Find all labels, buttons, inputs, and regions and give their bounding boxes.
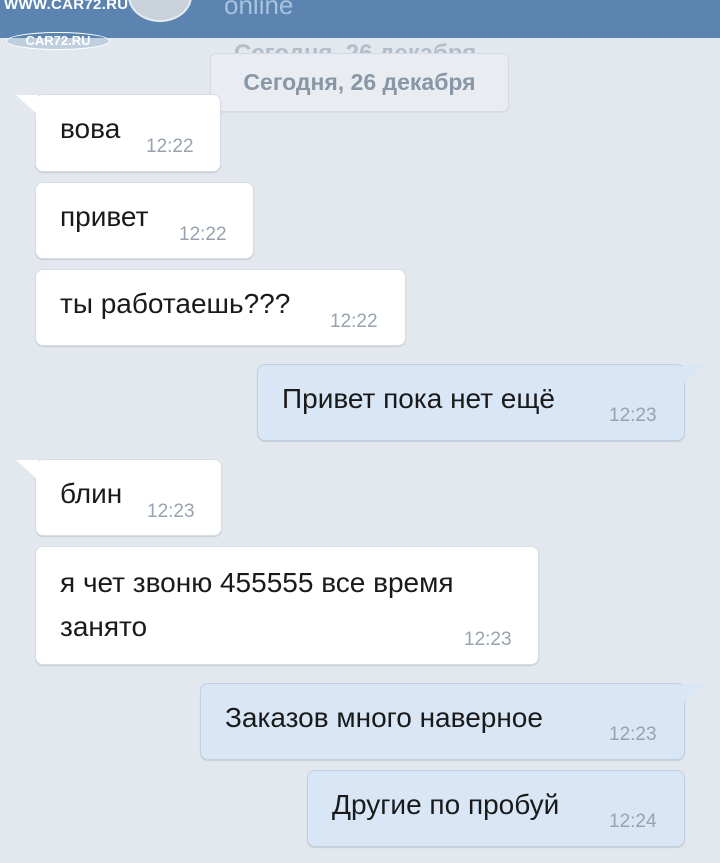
message-text: я чет звоню 455555 все время <box>60 567 454 598</box>
message-time: 12:22 <box>179 224 227 245</box>
message-text: Привет пока нет ещё <box>282 383 555 414</box>
bubble-tail <box>682 684 704 704</box>
contact-avatar[interactable] <box>128 0 192 22</box>
message-time: 12:23 <box>609 724 657 745</box>
message-text: блин <box>60 478 123 509</box>
message-bubble-outgoing[interactable]: Другие по пробуй 12:24 <box>307 770 685 847</box>
message-text: ты работаешь??? <box>60 288 291 319</box>
message-bubble-incoming[interactable]: я чет звоню 455555 все время занято 12:2… <box>35 546 539 665</box>
contact-status: online <box>224 0 294 20</box>
bubble-tail <box>16 460 38 480</box>
bubble-tail <box>682 365 704 385</box>
watermark-url: WWW.CAR72.RU <box>4 0 129 13</box>
message-bubble-incoming[interactable]: привет 12:22 <box>35 182 254 259</box>
message-text-line2: занято <box>60 611 148 642</box>
message-bubble-incoming[interactable]: вова 12:22 <box>16 94 221 172</box>
message-bubble-outgoing[interactable]: Привет пока нет ещё 12:23 <box>257 364 704 441</box>
message-text: Заказов много наверное <box>225 702 543 733</box>
message-bubble-incoming[interactable]: ты работаешь??? 12:22 <box>35 269 406 346</box>
message-time: 12:23 <box>464 629 512 650</box>
message-bubble-incoming[interactable]: блин 12:23 <box>16 459 222 536</box>
message-time: 12:24 <box>609 811 657 832</box>
date-divider: Сегодня, 26 декабря <box>210 53 509 112</box>
message-text: вова <box>60 113 121 144</box>
message-time: 12:22 <box>146 136 194 157</box>
message-time: 12:23 <box>147 501 195 522</box>
message-bubble-outgoing[interactable]: Заказов много наверное 12:23 <box>200 683 704 760</box>
message-text: привет <box>60 201 149 232</box>
message-time: 12:23 <box>609 405 657 426</box>
message-text: Другие по пробуй <box>332 789 560 820</box>
message-time: 12:22 <box>330 311 378 332</box>
watermark-badge: CAR72.RU <box>6 32 110 50</box>
bubble-tail <box>16 95 38 115</box>
sticky-date-ghost: Сегодня, 26 декабря <box>234 40 477 54</box>
